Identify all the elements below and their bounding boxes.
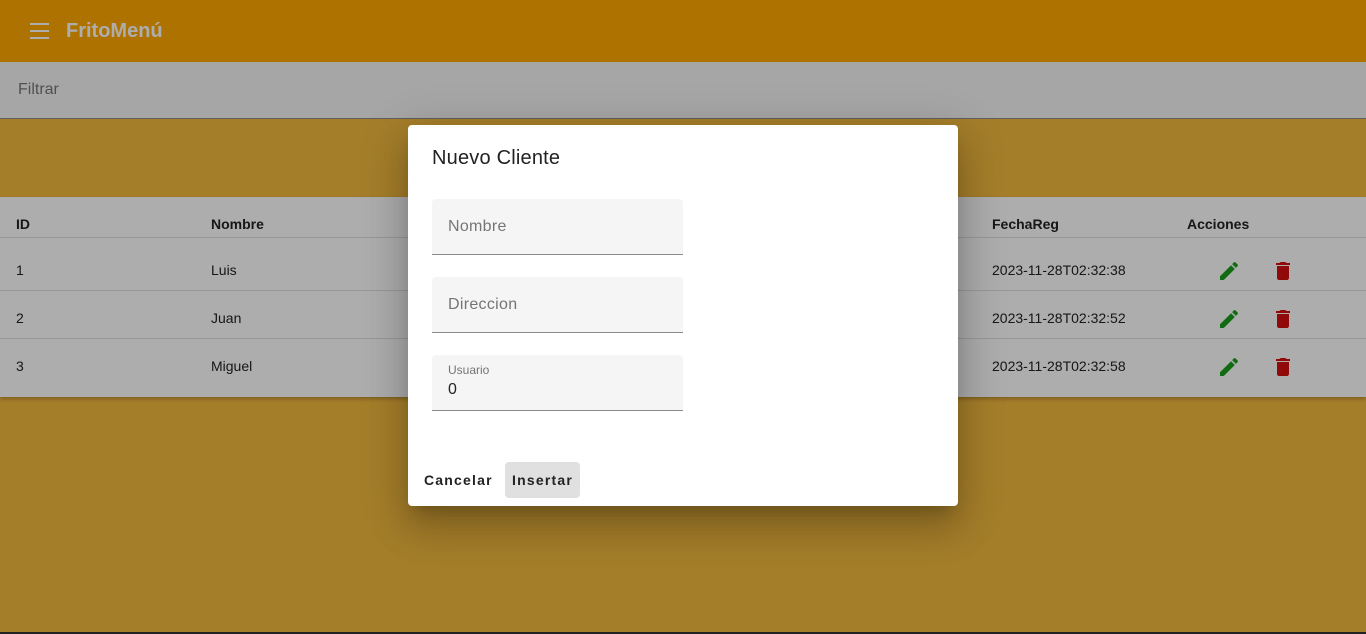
direccion-placeholder: Direccion	[448, 296, 518, 313]
usuario-label: Usuario	[448, 363, 490, 377]
insert-button[interactable]: Insertar	[505, 462, 580, 498]
nombre-field[interactable]: Nombre	[432, 199, 683, 255]
direccion-field[interactable]: Direccion	[432, 277, 683, 333]
new-client-dialog: Nuevo Cliente Nombre Direccion Usuario 0…	[408, 125, 958, 506]
cancel-button[interactable]: Cancelar	[418, 462, 499, 498]
nombre-placeholder: Nombre	[448, 218, 507, 235]
usuario-field[interactable]: Usuario 0	[432, 355, 683, 411]
dialog-title: Nuevo Cliente	[432, 147, 561, 169]
usuario-value: 0	[448, 381, 457, 398]
